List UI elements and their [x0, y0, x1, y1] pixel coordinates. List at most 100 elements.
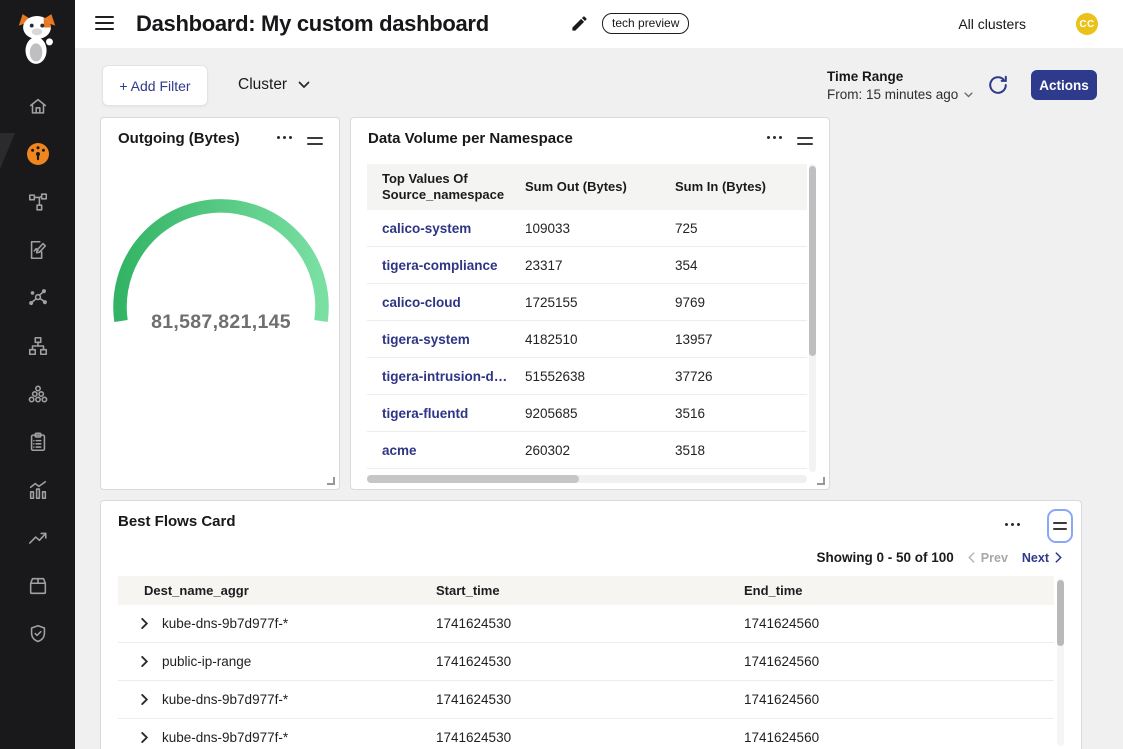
refresh-button[interactable] — [987, 74, 1011, 98]
chevron-right-expand-icon[interactable] — [139, 732, 150, 743]
sum-in-cell: 3516 — [660, 406, 807, 421]
sidebar-item-dashboards-active[interactable] — [0, 137, 75, 171]
ellipsis-menu-icon[interactable] — [765, 130, 784, 145]
chevron-down-icon — [964, 92, 973, 98]
drag-handle-icon[interactable] — [797, 129, 813, 153]
actions-button[interactable]: Actions — [1031, 70, 1097, 100]
next-button[interactable]: Next — [1022, 551, 1062, 565]
table-row-expandable[interactable]: kube-dns-9b7d977f-* 1741624530 174162456… — [118, 681, 1054, 719]
namespace-link[interactable]: acme — [367, 443, 510, 458]
sidebar-item-sitemap[interactable] — [0, 329, 75, 363]
start-time-cell: 1741624530 — [436, 692, 744, 707]
scrollbar-thumb[interactable] — [809, 166, 816, 356]
vertical-scrollbar[interactable] — [1057, 578, 1064, 746]
sum-in-cell: 3518 — [660, 443, 807, 458]
card-data-volume: Data Volume per Namespace Top Values Of … — [350, 117, 830, 490]
sum-in-cell: 13957 — [660, 332, 807, 347]
sidebar-item-policy-edit[interactable] — [0, 233, 75, 267]
page-title: Dashboard: My custom dashboard — [136, 0, 489, 48]
menu-icon[interactable] — [95, 16, 114, 34]
time-range: Time Range From: 15 minutes ago — [827, 69, 973, 102]
sum-out-cell: 9205685 — [510, 406, 660, 421]
drag-handle-icon-focused[interactable] — [1047, 509, 1073, 543]
time-range-value: From: 15 minutes ago — [827, 87, 958, 102]
network-share-icon — [27, 287, 49, 309]
end-time-cell: 1741624560 — [744, 654, 1054, 669]
start-time-cell: 1741624530 — [436, 730, 744, 745]
column-header: End_time — [744, 583, 1054, 598]
sum-out-cell: 109033 — [510, 221, 660, 236]
prev-button[interactable]: Prev — [968, 551, 1008, 565]
sum-out-cell: 51552638 — [510, 369, 660, 384]
resize-corner-icon[interactable] — [817, 477, 825, 485]
start-time-cell: 1741624530 — [436, 654, 744, 669]
clipboard-icon — [27, 431, 49, 453]
sidebar-item-service-graph[interactable] — [0, 185, 75, 219]
card-best-flows: Best Flows Card Showing 0 - 50 of 100 Pr… — [100, 500, 1082, 749]
sidebar-item-network-share[interactable] — [0, 281, 75, 315]
table-row: acme 260302 3518 — [367, 432, 807, 469]
chevron-right-icon — [1055, 552, 1062, 563]
card-title: Data Volume per Namespace — [368, 130, 573, 147]
table-row: tigera-fluentd 9205685 3516 — [367, 395, 807, 432]
sidebar — [0, 0, 75, 749]
card-title: Outgoing (Bytes) — [118, 130, 240, 147]
sidebar-item-bar-chart[interactable] — [0, 473, 75, 507]
sidebar-item-cluster-bubbles[interactable] — [0, 377, 75, 411]
table-row-expandable[interactable]: kube-dns-9b7d977f-* 1741624530 174162456… — [118, 719, 1054, 749]
namespace-link[interactable]: tigera-compliance — [367, 258, 510, 273]
scrollbar-thumb[interactable] — [367, 475, 579, 483]
data-volume-table: Top Values Of Source_namespace Sum Out (… — [367, 164, 807, 469]
table-header-row: Dest_name_aggr Start_time End_time — [118, 576, 1054, 605]
cluster-filter-dropdown[interactable]: Cluster — [238, 63, 310, 107]
chevron-left-icon — [968, 552, 975, 563]
pagination: Showing 0 - 50 of 100 Prev Next — [817, 550, 1062, 565]
end-time-cell: 1741624560 — [744, 616, 1054, 631]
chevron-right-expand-icon[interactable] — [139, 694, 150, 705]
sidebar-item-clipboard[interactable] — [0, 425, 75, 459]
dest-cell: public-ip-range — [162, 654, 251, 669]
table-row: calico-cloud 1725155 9769 — [367, 284, 807, 321]
sum-in-cell: 9769 — [660, 295, 807, 310]
chevron-right-expand-icon[interactable] — [139, 656, 150, 667]
main-content: + Add Filter Cluster Time Range From: 15… — [75, 48, 1123, 749]
dest-cell: kube-dns-9b7d977f-* — [162, 730, 288, 745]
tech-preview-badge: tech preview — [602, 13, 689, 34]
sum-in-cell: 725 — [660, 221, 807, 236]
sum-out-cell: 260302 — [510, 443, 660, 458]
namespace-link[interactable]: calico-system — [367, 221, 510, 236]
avatar[interactable]: CC — [1076, 13, 1098, 35]
cluster-filter-label: Cluster — [238, 76, 287, 94]
ellipsis-menu-icon[interactable] — [1003, 517, 1022, 532]
trend-arrow-icon — [27, 527, 49, 549]
table-row-expandable[interactable]: kube-dns-9b7d977f-* 1741624530 174162456… — [118, 605, 1054, 643]
time-range-label: Time Range — [827, 69, 973, 84]
column-header: Start_time — [436, 583, 744, 598]
scrollbar-thumb[interactable] — [1057, 580, 1064, 646]
edit-pencil-icon[interactable] — [570, 14, 589, 38]
namespace-link[interactable]: tigera-system — [367, 332, 510, 347]
drag-handle-icon[interactable] — [307, 129, 323, 153]
add-filter-button[interactable]: + Add Filter — [102, 65, 208, 106]
resize-corner-icon[interactable] — [327, 477, 335, 485]
home-icon — [27, 95, 49, 117]
namespace-link[interactable]: tigera-intrusion-d… — [367, 369, 510, 384]
ellipsis-menu-icon[interactable] — [275, 130, 294, 145]
calico-cat-logo[interactable] — [14, 12, 60, 70]
horizontal-scrollbar[interactable] — [367, 475, 807, 483]
chevron-right-expand-icon[interactable] — [139, 618, 150, 629]
sidebar-item-shield[interactable] — [0, 617, 75, 651]
table-row-expandable[interactable]: public-ip-range 1741624530 1741624560 — [118, 643, 1054, 681]
namespace-link[interactable]: tigera-fluentd — [367, 406, 510, 421]
namespace-link[interactable]: calico-cloud — [367, 295, 510, 310]
sidebar-item-package[interactable] — [0, 569, 75, 603]
top-header: Dashboard: My custom dashboard tech prev… — [75, 0, 1123, 48]
vertical-scrollbar[interactable] — [809, 164, 816, 472]
sidebar-item-trend[interactable] — [0, 521, 75, 555]
cluster-selector[interactable]: All clusters — [958, 0, 1026, 48]
policy-edit-icon — [27, 239, 49, 261]
sidebar-item-home[interactable] — [0, 89, 75, 123]
time-range-dropdown[interactable]: From: 15 minutes ago — [827, 87, 973, 102]
dashboards-gauge-icon — [25, 141, 51, 167]
table-row: tigera-system 4182510 13957 — [367, 321, 807, 358]
